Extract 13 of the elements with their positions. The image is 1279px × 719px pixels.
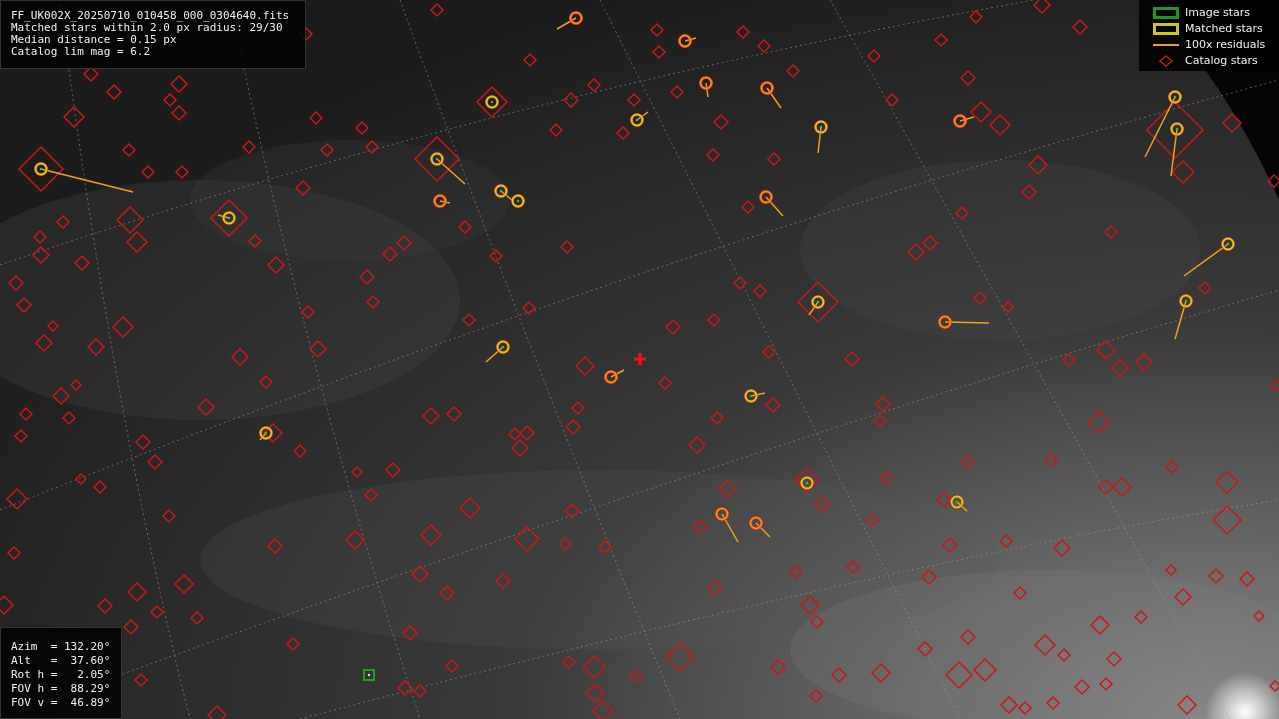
legend-label: 100x residuals [1185, 38, 1266, 51]
info-text: Rot h = 2.05° [11, 668, 112, 682]
legend-label: Catalog stars [1185, 54, 1258, 67]
info-text: FOV v = 46.89° [11, 696, 112, 710]
info-text: Alt = 37.60° [11, 654, 112, 668]
info-text: Azim = 132.20° [11, 640, 112, 654]
info-text: Catalog lim mag = 6.2 [11, 46, 152, 58]
info-text: FOV h = 88.29° [11, 682, 112, 696]
legend-label: Matched stars [1185, 22, 1263, 35]
info-text: Median distance = 0.15 px [11, 34, 178, 46]
legend-label: Image stars [1185, 6, 1250, 19]
info-text: FF_UK002X_20250710_010458_000_0304640.fits [11, 10, 291, 22]
info-text: Matched stars within 2.0 px radius: 29/30 [11, 22, 283, 34]
